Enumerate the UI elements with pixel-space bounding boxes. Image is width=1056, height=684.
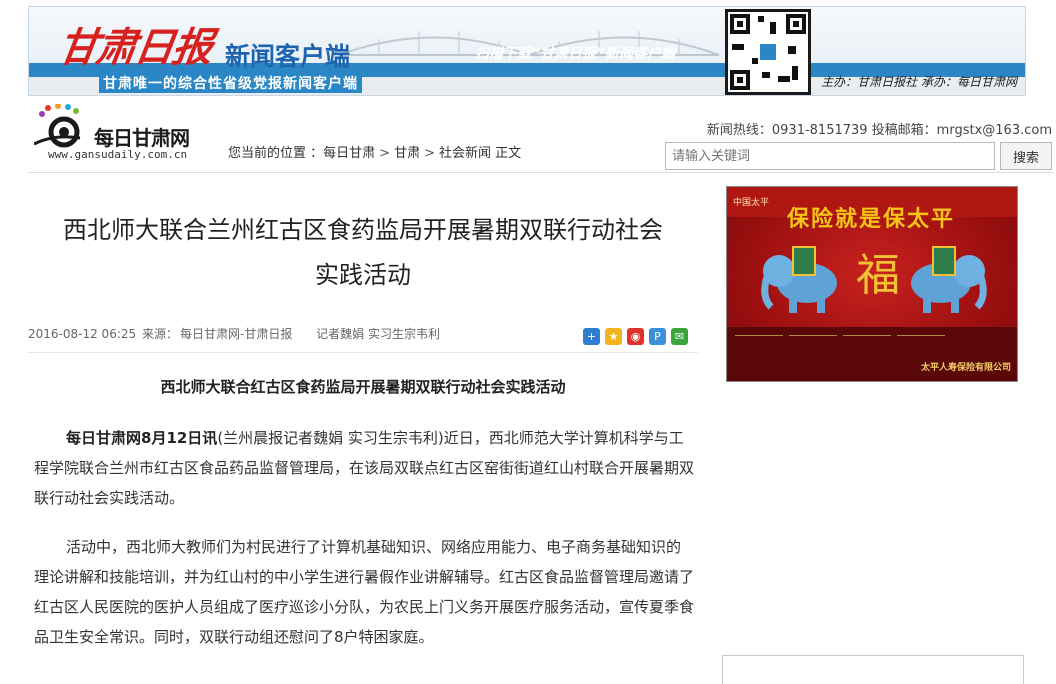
header-divider <box>28 172 1054 173</box>
dateline: 每日甘肃网8月12日讯 <box>66 429 218 447</box>
share-plus-icon[interactable]: + <box>583 328 600 345</box>
banner-slogan: 甘肃唯一的综合性省级党报新闻客户端 <box>99 73 362 93</box>
elephant-left-icon <box>761 246 837 313</box>
qr-code-icon[interactable] <box>725 9 811 95</box>
breadcrumb-separator: > <box>379 146 391 161</box>
article-title: 西北师大联合兰州红古区食药监局开展暑期双联行动社会 实践活动 <box>28 208 698 298</box>
search-bar: 搜索 <box>665 142 1053 170</box>
article-paragraph-1: 每日甘肃网8月12日讯(兰州晨报记者魏娟 实习生宗韦利)近日，西北师范大学计算机… <box>34 423 694 513</box>
share-wechat-icon[interactable]: ✉ <box>671 328 688 345</box>
article-date: 2016-08-12 06:25 <box>28 327 137 341</box>
site-logo[interactable]: 每日甘肃网 www.gansudaily.com.cn <box>34 102 214 164</box>
article-divider <box>28 352 698 353</box>
breadcrumb: 您当前的位置 ：每日甘肃 > 甘肃 > 社会新闻 正文 <box>228 142 521 161</box>
elephant-right-icon <box>911 246 987 313</box>
breadcrumb-item-social-news[interactable]: 社会新闻 <box>439 146 491 161</box>
search-button[interactable]: 搜索 <box>1000 142 1052 170</box>
ad-headline: 保险就是保太平 <box>787 206 956 232</box>
article-title-line1: 西北师大联合兰州红古区食药监局开展暑期双联行动社会 <box>63 216 663 244</box>
article-title-line2: 实践活动 <box>315 261 411 289</box>
gansu-daily-logo: 甘肃日报 <box>55 24 214 71</box>
ad-fu-character: 福 <box>856 250 900 301</box>
breadcrumb-prefix: 您当前的位置 ： <box>228 146 324 161</box>
news-hotline: 新闻热线：0931-8151739 投稿邮箱：mrgstx@163.com <box>706 123 1052 138</box>
article-subheading: 西北师大联合红古区食药监局开展暑期双联行动社会实践活动 <box>160 378 566 396</box>
article-meta: 2016-08-12 06:25 来源： 每日甘肃网-甘肃日报 记者魏娟 实习生宗… <box>28 325 442 342</box>
site-url: www.gansudaily.com.cn <box>48 148 188 161</box>
share-tencent-weibo-icon[interactable]: P <box>649 328 666 345</box>
breadcrumb-current: 正文 <box>495 146 522 161</box>
ad-footer: 太平人寿保险有限公司 <box>727 327 1017 381</box>
banner-sponsor: 主办：甘肃日报社 承办：每日甘肃网 <box>821 75 1017 89</box>
news-client-label: 新闻客户端 <box>225 42 351 71</box>
insurance-advertisement[interactable]: 中国太平 保险就是保太平 福 太平人寿保险有限公司 <box>726 186 1018 382</box>
ad-brand: 中国太平 <box>733 198 770 208</box>
article-paragraph-2: 活动中，西北师大教师们为村民进行了计算机基础知识、网络应用能力、电子商务基础知识… <box>34 538 695 646</box>
breadcrumb-separator: > <box>424 146 435 161</box>
breadcrumb-item-gansu[interactable]: 甘肃 <box>394 146 420 161</box>
share-qzone-icon[interactable]: ★ <box>605 328 622 345</box>
site-logo-mark-icon <box>34 104 81 148</box>
breadcrumb-item-home[interactable]: 每日甘肃 <box>323 146 375 161</box>
share-weibo-icon[interactable]: ◉ <box>627 328 644 345</box>
top-banner[interactable]: 甘肃日报 新闻客户端 甘肃唯一的综合性省级党报新闻客户端 扫描下载“甘肃日报”新… <box>28 6 1026 96</box>
scan-download-text: 扫描下载“甘肃日报”新闻客户端 <box>475 46 676 62</box>
search-input[interactable] <box>665 142 995 170</box>
site-name: 每日甘肃网 <box>94 126 190 150</box>
ad-company-name: 太平人寿保险有限公司 <box>920 363 1011 373</box>
article-source-label: 来源： <box>141 327 178 341</box>
sidebar-box <box>722 655 1024 684</box>
article-source: 每日甘肃网-甘肃日报 <box>179 327 293 341</box>
article-author: 记者魏娟 实习生宗韦利 <box>316 327 440 341</box>
